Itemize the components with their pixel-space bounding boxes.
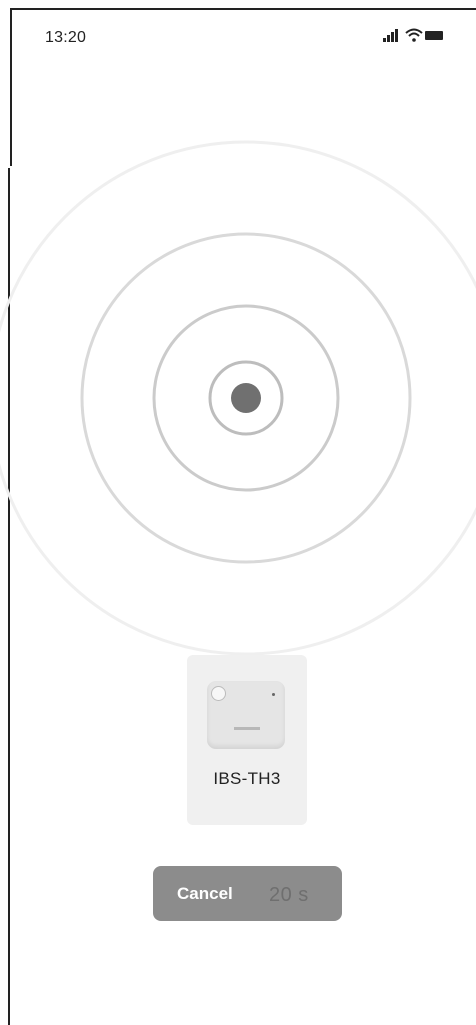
radar-center-dot [231, 383, 261, 413]
status-time: 13:20 [45, 29, 87, 46]
sensor-led [272, 693, 275, 696]
device-name: IBS-TH3 [213, 769, 281, 788]
radar-rings [0, 140, 476, 656]
scan-radar [0, 130, 476, 660]
status-icons [383, 28, 443, 44]
thermometer-sensor-image [207, 681, 285, 749]
wifi-icon [405, 28, 423, 42]
battery-icon [425, 31, 443, 40]
found-device-card[interactable]: IBS-TH3 [187, 655, 307, 825]
cancel-label: Cancel [177, 884, 233, 903]
status-bar: 13:20 [0, 0, 476, 60]
signal-icon [383, 28, 401, 42]
sensor-button-hole [211, 686, 226, 701]
sensor-brand-mark [234, 727, 260, 730]
countdown-timer: 20 s [269, 884, 309, 906]
cancel-button[interactable]: Cancel 20 s [153, 866, 342, 921]
